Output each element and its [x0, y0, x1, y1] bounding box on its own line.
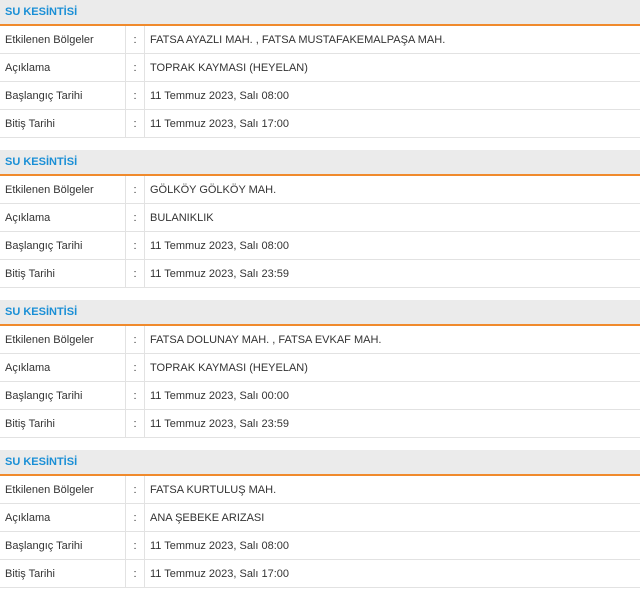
- table-row-end-date: Bitiş Tarihi : 11 Temmuz 2023, Salı 17:0…: [0, 559, 640, 588]
- table-row-start-date: Başlangıç Tarihi : 11 Temmuz 2023, Salı …: [0, 531, 640, 560]
- affected-regions-value: FATSA DOLUNAY MAH. , FATSA EVKAF MAH.: [144, 326, 640, 354]
- outage-card: SU KESİNTİSİ Etkilenen Bölgeler : FATSA …: [0, 300, 640, 438]
- description-value: BULANIKLIK: [144, 203, 640, 232]
- table-row-start-date: Başlangıç Tarihi : 11 Temmuz 2023, Salı …: [0, 381, 640, 410]
- separator: :: [125, 381, 145, 410]
- table-row-description: Açıklama : BULANIKLIK: [0, 203, 640, 232]
- outage-details-table: Etkilenen Bölgeler : FATSA DOLUNAY MAH. …: [0, 326, 640, 438]
- start-date-value: 11 Temmuz 2023, Salı 08:00: [144, 531, 640, 560]
- affected-regions-value: FATSA AYAZLI MAH. , FATSA MUSTAFAKEMALPA…: [144, 26, 640, 54]
- outage-card: SU KESİNTİSİ Etkilenen Bölgeler : FATSA …: [0, 0, 640, 138]
- affected-regions-label: Etkilenen Bölgeler: [0, 326, 126, 354]
- table-row-affected-regions: Etkilenen Bölgeler : GÖLKÖY GÖLKÖY MAH.: [0, 176, 640, 204]
- table-row-description: Açıklama : TOPRAK KAYMASI (HEYELAN): [0, 353, 640, 382]
- outage-list: SU KESİNTİSİ Etkilenen Bölgeler : FATSA …: [0, 0, 640, 588]
- separator: :: [125, 409, 145, 438]
- separator: :: [125, 559, 145, 588]
- description-value: TOPRAK KAYMASI (HEYELAN): [144, 353, 640, 382]
- start-date-label: Başlangıç Tarihi: [0, 381, 126, 410]
- outage-card: SU KESİNTİSİ Etkilenen Bölgeler : GÖLKÖY…: [0, 150, 640, 288]
- affected-regions-value: FATSA KURTULUŞ MAH.: [144, 476, 640, 504]
- outage-title: SU KESİNTİSİ: [0, 0, 640, 26]
- affected-regions-value: GÖLKÖY GÖLKÖY MAH.: [144, 176, 640, 204]
- table-row-affected-regions: Etkilenen Bölgeler : FATSA AYAZLI MAH. ,…: [0, 26, 640, 54]
- end-date-value: 11 Temmuz 2023, Salı 23:59: [144, 259, 640, 288]
- affected-regions-label: Etkilenen Bölgeler: [0, 176, 126, 204]
- outage-title: SU KESİNTİSİ: [0, 150, 640, 176]
- separator: :: [125, 81, 145, 110]
- table-row-end-date: Bitiş Tarihi : 11 Temmuz 2023, Salı 23:5…: [0, 259, 640, 288]
- affected-regions-label: Etkilenen Bölgeler: [0, 476, 126, 504]
- start-date-value: 11 Temmuz 2023, Salı 08:00: [144, 81, 640, 110]
- description-label: Açıklama: [0, 53, 126, 82]
- separator: :: [125, 176, 145, 204]
- separator: :: [125, 203, 145, 232]
- end-date-label: Bitiş Tarihi: [0, 259, 126, 288]
- separator: :: [125, 503, 145, 532]
- table-row-end-date: Bitiş Tarihi : 11 Temmuz 2023, Salı 17:0…: [0, 109, 640, 138]
- start-date-value: 11 Temmuz 2023, Salı 00:00: [144, 381, 640, 410]
- start-date-label: Başlangıç Tarihi: [0, 531, 126, 560]
- separator: :: [125, 53, 145, 82]
- outage-details-table: Etkilenen Bölgeler : GÖLKÖY GÖLKÖY MAH. …: [0, 176, 640, 288]
- separator: :: [125, 26, 145, 54]
- separator: :: [125, 231, 145, 260]
- start-date-label: Başlangıç Tarihi: [0, 231, 126, 260]
- table-row-start-date: Başlangıç Tarihi : 11 Temmuz 2023, Salı …: [0, 81, 640, 110]
- end-date-value: 11 Temmuz 2023, Salı 17:00: [144, 559, 640, 588]
- description-value: TOPRAK KAYMASI (HEYELAN): [144, 53, 640, 82]
- description-label: Açıklama: [0, 203, 126, 232]
- start-date-value: 11 Temmuz 2023, Salı 08:00: [144, 231, 640, 260]
- table-row-end-date: Bitiş Tarihi : 11 Temmuz 2023, Salı 23:5…: [0, 409, 640, 438]
- table-row-description: Açıklama : ANA ŞEBEKE ARIZASI: [0, 503, 640, 532]
- end-date-label: Bitiş Tarihi: [0, 559, 126, 588]
- separator: :: [125, 476, 145, 504]
- table-row-description: Açıklama : TOPRAK KAYMASI (HEYELAN): [0, 53, 640, 82]
- outage-title: SU KESİNTİSİ: [0, 450, 640, 476]
- separator: :: [125, 531, 145, 560]
- affected-regions-label: Etkilenen Bölgeler: [0, 26, 126, 54]
- description-label: Açıklama: [0, 353, 126, 382]
- description-label: Açıklama: [0, 503, 126, 532]
- outage-title: SU KESİNTİSİ: [0, 300, 640, 326]
- separator: :: [125, 326, 145, 354]
- end-date-value: 11 Temmuz 2023, Salı 23:59: [144, 409, 640, 438]
- outage-details-table: Etkilenen Bölgeler : FATSA AYAZLI MAH. ,…: [0, 26, 640, 138]
- table-row-affected-regions: Etkilenen Bölgeler : FATSA DOLUNAY MAH. …: [0, 326, 640, 354]
- outage-card: SU KESİNTİSİ Etkilenen Bölgeler : FATSA …: [0, 450, 640, 588]
- table-row-affected-regions: Etkilenen Bölgeler : FATSA KURTULUŞ MAH.: [0, 476, 640, 504]
- end-date-label: Bitiş Tarihi: [0, 109, 126, 138]
- table-row-start-date: Başlangıç Tarihi : 11 Temmuz 2023, Salı …: [0, 231, 640, 260]
- description-value: ANA ŞEBEKE ARIZASI: [144, 503, 640, 532]
- outage-details-table: Etkilenen Bölgeler : FATSA KURTULUŞ MAH.…: [0, 476, 640, 588]
- separator: :: [125, 109, 145, 138]
- start-date-label: Başlangıç Tarihi: [0, 81, 126, 110]
- end-date-value: 11 Temmuz 2023, Salı 17:00: [144, 109, 640, 138]
- end-date-label: Bitiş Tarihi: [0, 409, 126, 438]
- separator: :: [125, 353, 145, 382]
- separator: :: [125, 259, 145, 288]
